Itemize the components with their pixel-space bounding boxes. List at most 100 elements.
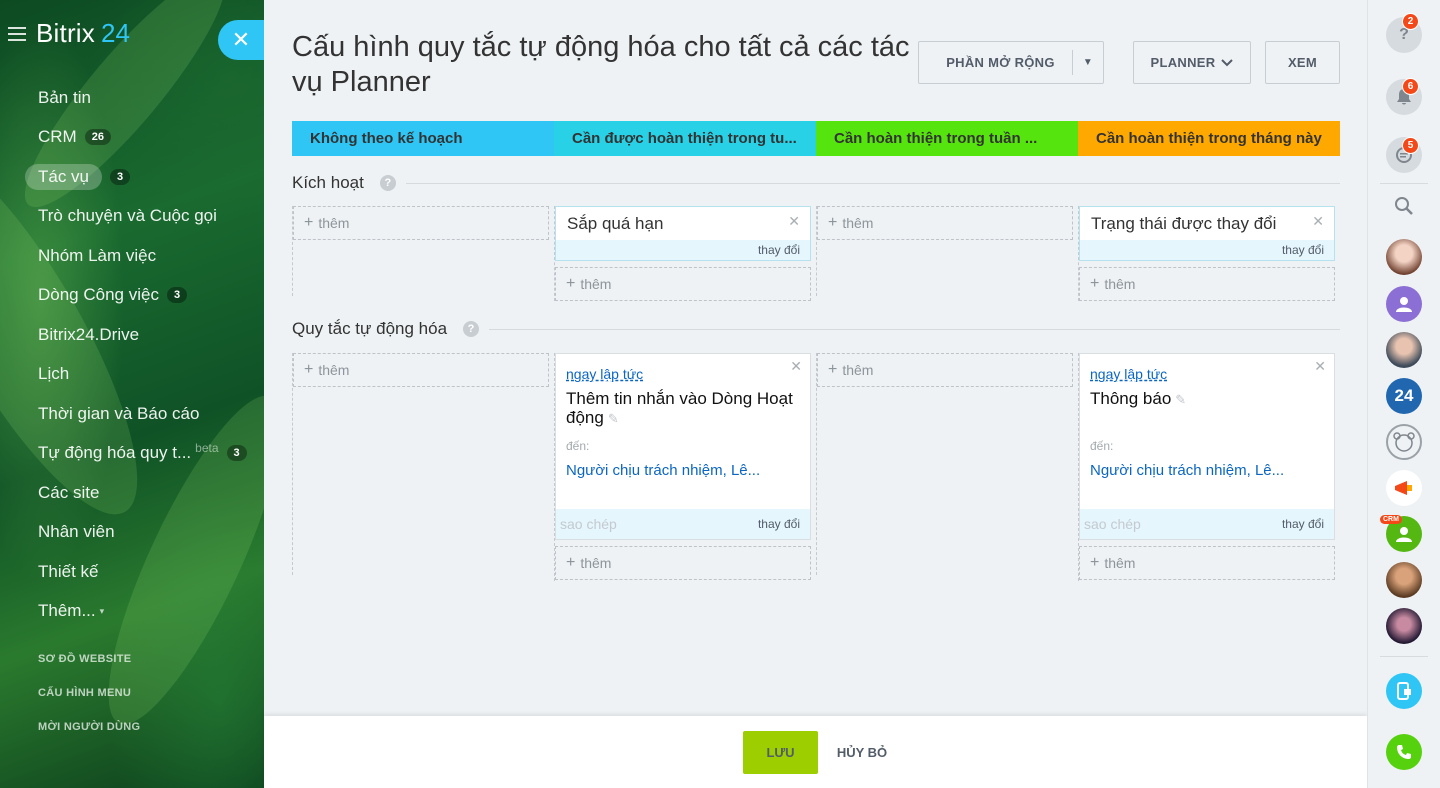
rule-card[interactable]: ngay lập tức ✕ Thông báo ✎ đến: Người chị… <box>1079 353 1335 540</box>
rule-title: Thêm tin nhắn vào Dòng Hoạt động ✎ <box>566 389 796 428</box>
plus-icon: + <box>828 361 838 378</box>
copy-link[interactable]: sao chép <box>560 516 617 532</box>
cancel-button[interactable]: HỦY BỎ <box>832 731 892 774</box>
change-link[interactable]: thay đổi <box>556 240 810 260</box>
plus-icon: + <box>304 214 314 231</box>
pencil-icon[interactable]: ✎ <box>608 409 619 428</box>
sidebar-item-label: Các site <box>38 482 100 502</box>
sidebar-item-label: Tác vụ <box>25 163 103 190</box>
sidebar-item-drive[interactable]: Bitrix24.Drive <box>25 315 260 355</box>
mobile-app-icon[interactable] <box>1386 673 1422 709</box>
sidebar-item-more[interactable]: Thêm... ▾ <box>25 592 260 632</box>
change-link[interactable]: thay đổi <box>1282 517 1324 531</box>
divider <box>489 328 1340 330</box>
delete-icon[interactable]: ✕ <box>1314 358 1326 375</box>
section-title-label: Kích hoạt <box>292 173 364 192</box>
search-icon[interactable] <box>1386 188 1422 224</box>
view-label: XEM <box>1287 55 1318 70</box>
phone-icon[interactable] <box>1386 734 1422 770</box>
add-label: thêm <box>1104 276 1136 292</box>
sidebar-item-design[interactable]: Thiết kế <box>25 552 260 592</box>
user-avatar[interactable] <box>1386 562 1422 598</box>
page-title: Cấu hình quy tắc tự động hóa cho tất cả … <box>292 31 910 98</box>
add-trigger-button[interactable]: + thêm <box>555 267 811 301</box>
rule-card[interactable]: ngay lập tức ✕ Thêm tin nhắn vào Dòng Ho… <box>555 353 811 540</box>
recipients-value: Người chịu trách nhiệm, Lê... <box>566 462 761 479</box>
rule-title: Thông báo ✎ <box>1090 389 1320 409</box>
trigger-card[interactable]: Sắp quá hạn ✕ thay đổi <box>555 206 811 261</box>
view-button[interactable]: XEM <box>1265 41 1340 84</box>
help-icon[interactable]: ? <box>379 175 396 191</box>
delete-icon[interactable]: ✕ <box>790 358 802 375</box>
add-rule-button[interactable]: + thêm <box>293 353 549 387</box>
sidebar-item-calendar[interactable]: Lịch <box>25 355 260 395</box>
help-badge: 2 <box>1402 13 1419 30</box>
sidebar-item-sites[interactable]: Các site <box>25 473 260 513</box>
delay-link[interactable]: ngay lập tức <box>1090 366 1167 382</box>
sitemap-link[interactable]: SƠ ĐỒ WEBSITE <box>38 653 140 687</box>
sidebar-item-label: Thiết kế <box>38 561 99 581</box>
user-avatar[interactable] <box>1386 286 1422 322</box>
copy-link[interactable]: sao chép <box>1084 516 1141 532</box>
divider <box>1380 656 1428 657</box>
delay-link[interactable]: ngay lập tức <box>566 366 643 382</box>
sidebar-item-label: Lịch <box>38 364 70 384</box>
planner-dropdown[interactable]: PLANNER <box>1133 41 1251 84</box>
add-trigger-button[interactable]: + thêm <box>293 206 549 240</box>
sidebar-item-time-reports[interactable]: Thời gian và Báo cáo <box>25 394 260 434</box>
rule-column: + thêm <box>292 353 549 575</box>
sidebar-item-automation[interactable]: Tự động hóa quy t... beta 3 <box>25 434 260 474</box>
pencil-icon[interactable]: ✎ <box>1175 390 1186 409</box>
trigger-card[interactable]: Trạng thái được thay đổi ✕ thay đổi <box>1079 206 1335 261</box>
help-icon[interactable]: ? <box>463 321 480 337</box>
delete-icon[interactable]: ✕ <box>788 213 800 230</box>
user-avatar[interactable] <box>1386 332 1422 368</box>
brand-number: 24 <box>100 18 130 48</box>
counter-badge: 26 <box>84 129 111 146</box>
invite-users-link[interactable]: MỜI NGƯỜI DÙNG <box>38 721 140 755</box>
sidebar-item-label: Thêm... <box>38 601 96 621</box>
bear-icon[interactable] <box>1386 424 1422 460</box>
save-button[interactable]: LƯU <box>743 731 818 774</box>
planner-label: PLANNER <box>1150 55 1216 70</box>
user-avatar[interactable] <box>1386 608 1422 644</box>
add-trigger-button[interactable]: + thêm <box>817 206 1073 240</box>
configure-menu-link[interactable]: CẤU HÌNH MENU <box>38 687 140 721</box>
counter-badge: 3 <box>166 287 188 304</box>
chat-badge: 5 <box>1402 137 1419 154</box>
user-avatar[interactable] <box>1386 239 1422 275</box>
add-rule-button[interactable]: + thêm <box>555 546 811 580</box>
plus-icon: + <box>828 214 838 231</box>
extensions-button[interactable]: PHẦN MỞ RỘNG ▼ <box>918 41 1104 84</box>
dropdown-caret-icon[interactable]: ▼ <box>1073 57 1103 68</box>
stage-header-row: Không theo kế hoạch Cần được hoàn thiện … <box>292 121 1340 156</box>
sidebar-item-chat-calls[interactable]: Trò chuyện và Cuộc gọi <box>25 197 260 237</box>
sidebar-item-crm[interactable]: CRM 26 <box>25 118 260 158</box>
divider <box>1380 183 1428 184</box>
change-link[interactable]: thay đổi <box>758 517 800 531</box>
chevron-down-icon: ▾ <box>99 605 105 616</box>
change-link[interactable]: thay đổi <box>1080 240 1334 260</box>
sidebar-item-news[interactable]: Bản tin <box>25 78 260 118</box>
brand-logo[interactable]: Bitrix 24 <box>36 18 130 49</box>
recipients-value: Người chịu trách nhiệm, Lê... <box>1090 462 1285 479</box>
counter-badge: 3 <box>226 445 247 462</box>
extensions-label: PHẦN MỞ RỘNG <box>946 55 1055 70</box>
add-trigger-button[interactable]: + thêm <box>1079 267 1335 301</box>
sidebar-item-tasks[interactable]: Tác vụ 3 <box>25 157 260 197</box>
trigger-name: Sắp quá hạn <box>567 214 664 233</box>
trigger-column: + thêm <box>292 206 549 296</box>
sidebar-item-employees[interactable]: Nhân viên <box>25 513 260 553</box>
close-slider-button[interactable]: ✕ <box>218 20 264 60</box>
add-rule-button[interactable]: + thêm <box>817 353 1073 387</box>
plus-icon: + <box>1090 554 1100 571</box>
delete-icon[interactable]: ✕ <box>1312 213 1324 230</box>
rule-title-text: Thêm tin nhắn vào Dòng Hoạt động <box>566 389 793 427</box>
add-rule-button[interactable]: + thêm <box>1079 546 1335 580</box>
sidebar-item-workgroups[interactable]: Nhóm Làm việc <box>25 236 260 276</box>
megaphone-icon[interactable] <box>1386 470 1422 506</box>
automation-settings-panel: Cấu hình quy tắc tự động hóa cho tất cả … <box>264 0 1367 788</box>
hamburger-menu-icon[interactable] <box>8 26 26 41</box>
bitrix24-avatar[interactable]: 24 <box>1386 378 1422 414</box>
sidebar-item-workflows[interactable]: Dòng Công việc 3 <box>25 276 260 316</box>
